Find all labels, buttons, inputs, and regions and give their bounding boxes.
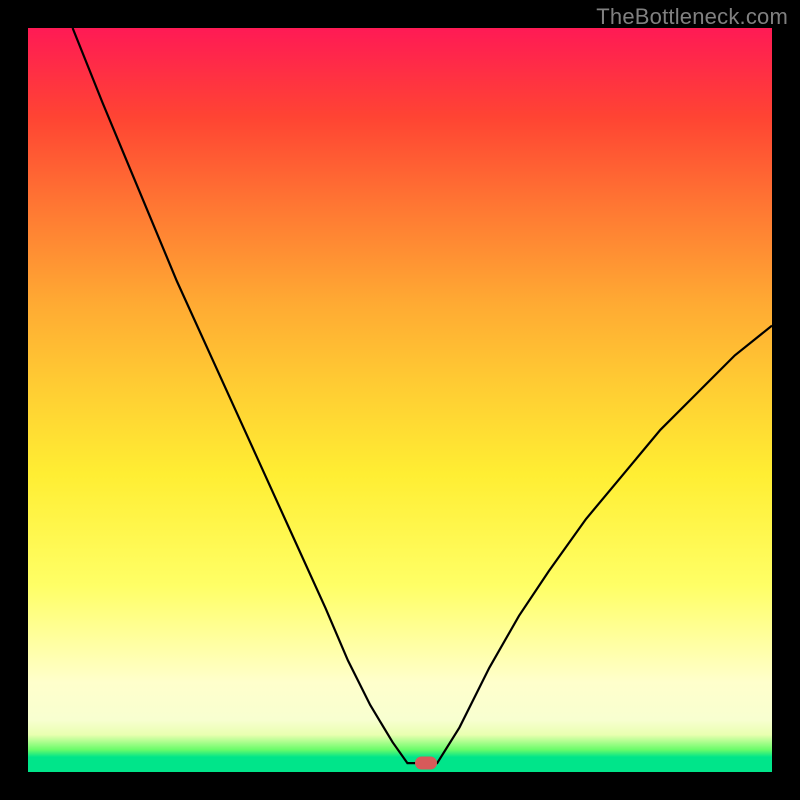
curve-path	[73, 28, 772, 763]
bottleneck-curve	[28, 28, 772, 772]
plot-area	[28, 28, 772, 772]
watermark-text: TheBottleneck.com	[596, 4, 788, 30]
chart-frame: TheBottleneck.com	[0, 0, 800, 800]
bottleneck-marker	[415, 757, 437, 770]
